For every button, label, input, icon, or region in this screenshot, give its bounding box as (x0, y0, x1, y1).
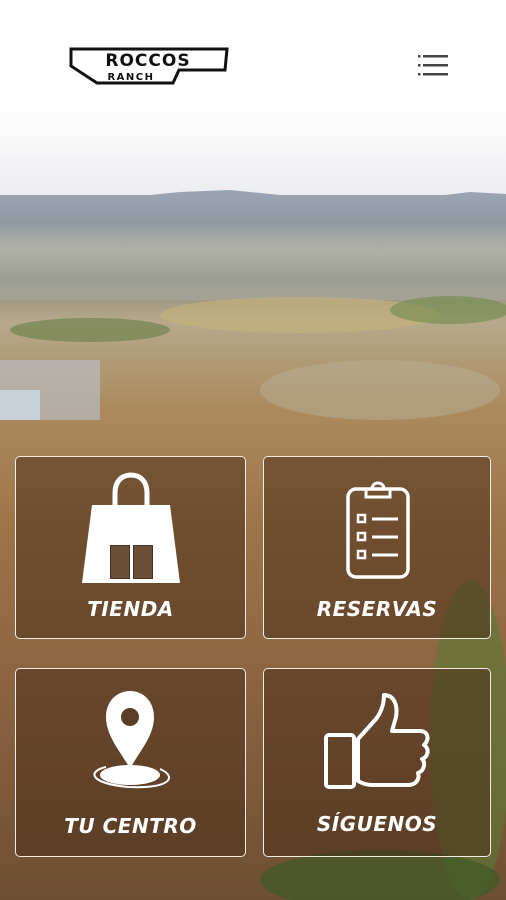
svg-text:RANCH: RANCH (107, 72, 154, 83)
tile-label-reservas: RESERVAS (316, 597, 438, 621)
tile-label-tienda: TIENDA (87, 597, 174, 621)
tile-label-tu-centro: TU CENTRO (64, 814, 197, 838)
tu-centro-tile[interactable]: TU CENTRO (15, 668, 246, 857)
hamburger-menu-icon[interactable] (416, 52, 450, 78)
thumbs-up-icon (324, 693, 430, 789)
tile-label-siguenos: SÍGUENOS (316, 812, 438, 836)
shopping-bag-icon (82, 472, 180, 583)
location-pin-icon (93, 691, 171, 789)
header: ROCCOS RANCH (0, 0, 506, 130)
clipboard-checklist-icon (346, 481, 410, 579)
svg-text:ROCCOS: ROCCOS (105, 51, 190, 71)
tienda-tile[interactable]: TIENDA (15, 456, 246, 639)
siguenos-tile[interactable]: SÍGUENOS (263, 668, 491, 857)
reservas-tile[interactable]: RESERVAS (263, 456, 491, 639)
roccos-ranch-logo[interactable]: ROCCOS RANCH (67, 46, 231, 86)
